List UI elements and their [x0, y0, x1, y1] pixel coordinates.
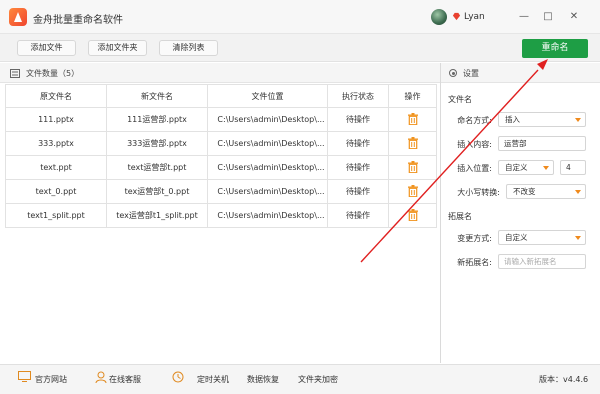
naming-mode-select[interactable]: 插入 — [498, 112, 586, 127]
extension-section-label: 拓展名 — [448, 212, 472, 221]
change-mode-label: 变更方式: — [457, 234, 492, 243]
clear-list-button[interactable]: 清除列表 — [159, 40, 218, 56]
trash-icon[interactable] — [407, 160, 418, 173]
path-cell: C:\Users\admin\Desktop\... — [207, 155, 328, 180]
version-label: 版本：v4.4.6 — [539, 375, 589, 384]
username[interactable]: Lyan — [464, 12, 485, 22]
rename-button[interactable]: 重命名 — [522, 39, 588, 58]
new-name-cell: text运营部t.ppt — [106, 155, 208, 180]
column-header: 执行状态 — [327, 84, 389, 108]
column-header: 操作 — [388, 84, 437, 108]
minimize-button[interactable]: — — [517, 10, 531, 24]
insert-position-select[interactable]: 自定义 — [498, 160, 554, 175]
chevron-down-icon — [575, 118, 581, 122]
column-header: 新文件名 — [106, 84, 208, 108]
add-file-button[interactable]: 添加文件 — [17, 40, 76, 56]
status-cell: 待操作 — [327, 155, 389, 180]
title-bar: 金舟批量重命名软件 Lyan — □ ✕ — [0, 0, 600, 34]
avatar[interactable] — [431, 9, 447, 25]
trash-icon[interactable] — [407, 136, 418, 149]
official-website-link[interactable]: 官方网站 — [35, 374, 67, 385]
new-name-cell: 333运营部.pptx — [106, 131, 208, 156]
timed-shutdown-link[interactable]: 定时关机 — [197, 374, 229, 385]
original-name-cell: text1_split.ppt — [5, 203, 107, 228]
insert-content-label: 插入内容: — [457, 140, 492, 149]
original-name-cell: 111.pptx — [5, 107, 107, 132]
case-convert-value: 不改变 — [513, 187, 536, 196]
maximize-button[interactable]: □ — [541, 10, 555, 24]
app-title: 金舟批量重命名软件 — [33, 15, 123, 26]
status-cell: 待操作 — [327, 179, 389, 204]
close-button[interactable]: ✕ — [567, 10, 581, 24]
app-logo-icon — [9, 8, 27, 26]
insert-position-label: 插入位置: — [457, 164, 492, 173]
naming-mode-label: 命名方式: — [457, 116, 492, 125]
delete-action-cell — [388, 107, 437, 132]
column-header: 文件位置 — [207, 84, 328, 108]
delete-action-cell — [388, 203, 437, 228]
original-name-cell: 333.pptx — [5, 131, 107, 156]
filename-section-label: 文件名 — [448, 95, 472, 104]
toolbar: 添加文件 添加文件夹 清除列表 重命名 — [0, 34, 600, 62]
case-convert-label: 大小写转换: — [457, 188, 500, 197]
new-extension-input[interactable]: 请输入新拓展名 — [498, 254, 586, 269]
delete-action-cell — [388, 179, 437, 204]
delete-action-cell — [388, 131, 437, 156]
original-name-cell: text.ppt — [5, 155, 107, 180]
trash-icon[interactable] — [407, 208, 418, 221]
support-icon — [95, 371, 107, 383]
chevron-down-icon — [575, 190, 581, 194]
settings-header: 设置 — [441, 63, 600, 83]
panel-divider — [440, 63, 441, 363]
file-list-header: 文件数量（5） — [0, 63, 440, 83]
chevron-down-icon — [575, 236, 581, 240]
list-icon — [10, 69, 20, 78]
status-cell: 待操作 — [327, 107, 389, 132]
insert-content-input[interactable]: 运营部 — [498, 136, 586, 151]
trash-icon[interactable] — [407, 112, 418, 125]
new-name-cell: tex运营部t_0.ppt — [106, 179, 208, 204]
data-recovery-link[interactable]: 数据恢复 — [247, 374, 279, 385]
add-folder-button[interactable]: 添加文件夹 — [88, 40, 147, 56]
trash-icon[interactable] — [407, 184, 418, 197]
new-name-cell: 111运营部.pptx — [106, 107, 208, 132]
table-header-row: 原文件名 新文件名 文件位置 执行状态 操作 — [5, 84, 437, 108]
status-cell: 待操作 — [327, 203, 389, 228]
settings-title: 设置 — [463, 69, 479, 78]
case-convert-select[interactable]: 不改变 — [506, 184, 586, 199]
vip-diamond-icon — [452, 12, 461, 21]
table-row[interactable]: text.ppt text运营部t.ppt C:\Users\admin\Des… — [5, 155, 437, 180]
path-cell: C:\Users\admin\Desktop\... — [207, 107, 328, 132]
table-row[interactable]: text_0.ppt tex运营部t_0.ppt C:\Users\admin\… — [5, 179, 437, 204]
shutdown-icon — [172, 371, 184, 383]
insert-position-value: 自定义 — [505, 163, 528, 172]
folder-encrypt-link[interactable]: 文件夹加密 — [298, 374, 338, 385]
table-row[interactable]: text1_split.ppt tex运营部t1_split.ppt C:\Us… — [5, 203, 437, 228]
status-cell: 待操作 — [327, 131, 389, 156]
file-table: 原文件名 新文件名 文件位置 执行状态 操作 111.pptx 111运营部.p… — [5, 84, 437, 228]
chevron-down-icon — [543, 166, 549, 170]
original-name-cell: text_0.ppt — [5, 179, 107, 204]
new-extension-label: 新拓展名: — [457, 258, 492, 267]
file-count-label: 文件数量（5） — [26, 69, 80, 78]
settings-radio-icon — [449, 69, 457, 77]
column-header: 原文件名 — [5, 84, 107, 108]
delete-action-cell — [388, 155, 437, 180]
path-cell: C:\Users\admin\Desktop\... — [207, 179, 328, 204]
change-mode-select[interactable]: 自定义 — [498, 230, 586, 245]
table-row[interactable]: 333.pptx 333运营部.pptx C:\Users\admin\Desk… — [5, 131, 437, 156]
website-icon — [18, 371, 31, 382]
table-row[interactable]: 111.pptx 111运营部.pptx C:\Users\admin\Desk… — [5, 107, 437, 132]
status-bar: 官方网站 在线客服 定时关机 数据恢复 文件夹加密 版本：v4.4.6 — [0, 364, 600, 394]
path-cell: C:\Users\admin\Desktop\... — [207, 203, 328, 228]
naming-mode-value: 插入 — [505, 115, 520, 124]
online-support-link[interactable]: 在线客服 — [109, 374, 141, 385]
new-name-cell: tex运营部t1_split.ppt — [106, 203, 208, 228]
insert-position-number[interactable]: 4 — [560, 160, 586, 175]
path-cell: C:\Users\admin\Desktop\... — [207, 131, 328, 156]
change-mode-value: 自定义 — [505, 233, 528, 242]
